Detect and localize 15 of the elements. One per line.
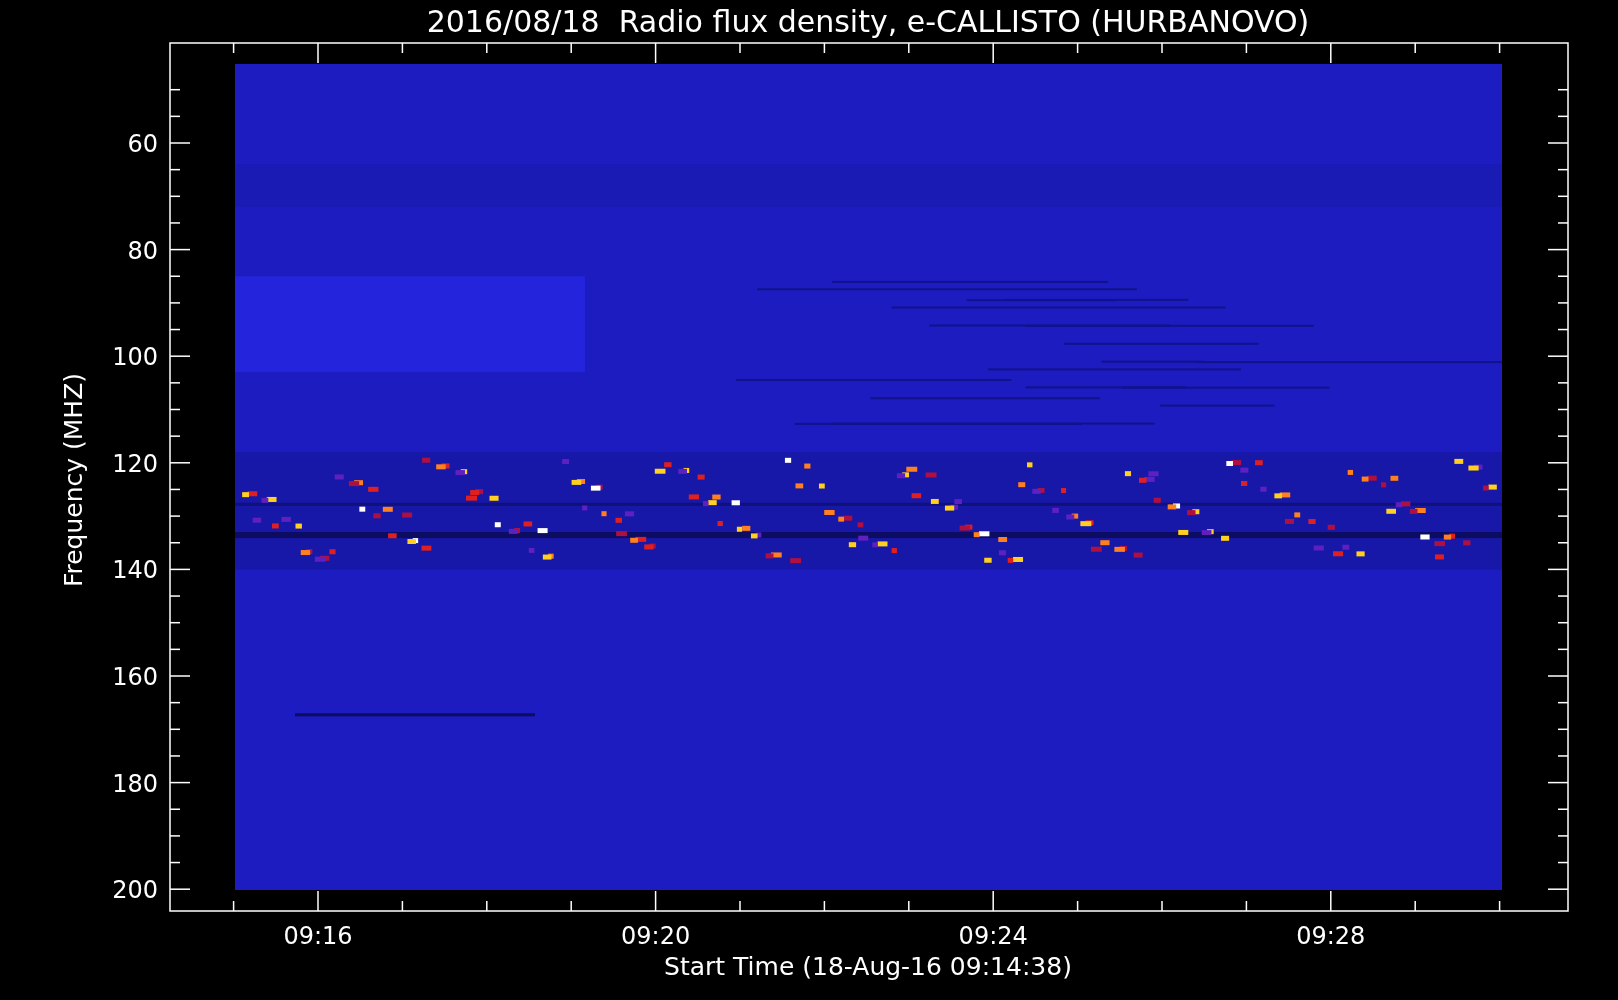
y-tick-label: 180 [112, 769, 158, 798]
y-tick-label: 160 [112, 663, 158, 691]
x-tick-label: 09:28 [1296, 922, 1366, 950]
x-tick-label: 09:16 [283, 922, 353, 950]
y-tick-label: 60 [127, 130, 158, 158]
x-tick-label: 09:20 [621, 922, 691, 950]
x-tick-label: 09:24 [958, 922, 1028, 950]
y-tick-label: 100 [112, 343, 158, 372]
y-tick-label: 80 [127, 236, 158, 265]
x-axis-label: Start Time (18-Aug-16 09:14:38) [664, 952, 1072, 981]
y-tick-label: 200 [112, 876, 158, 905]
y-tick-label: 140 [112, 556, 158, 585]
y-tick-label: 120 [112, 449, 158, 478]
chart-title: 2016/08/18 Radio flux density, e-CALLISTO (HURBANOVO) [426, 4, 1310, 39]
y-axis-label: Frequency (MHZ) [59, 372, 88, 588]
